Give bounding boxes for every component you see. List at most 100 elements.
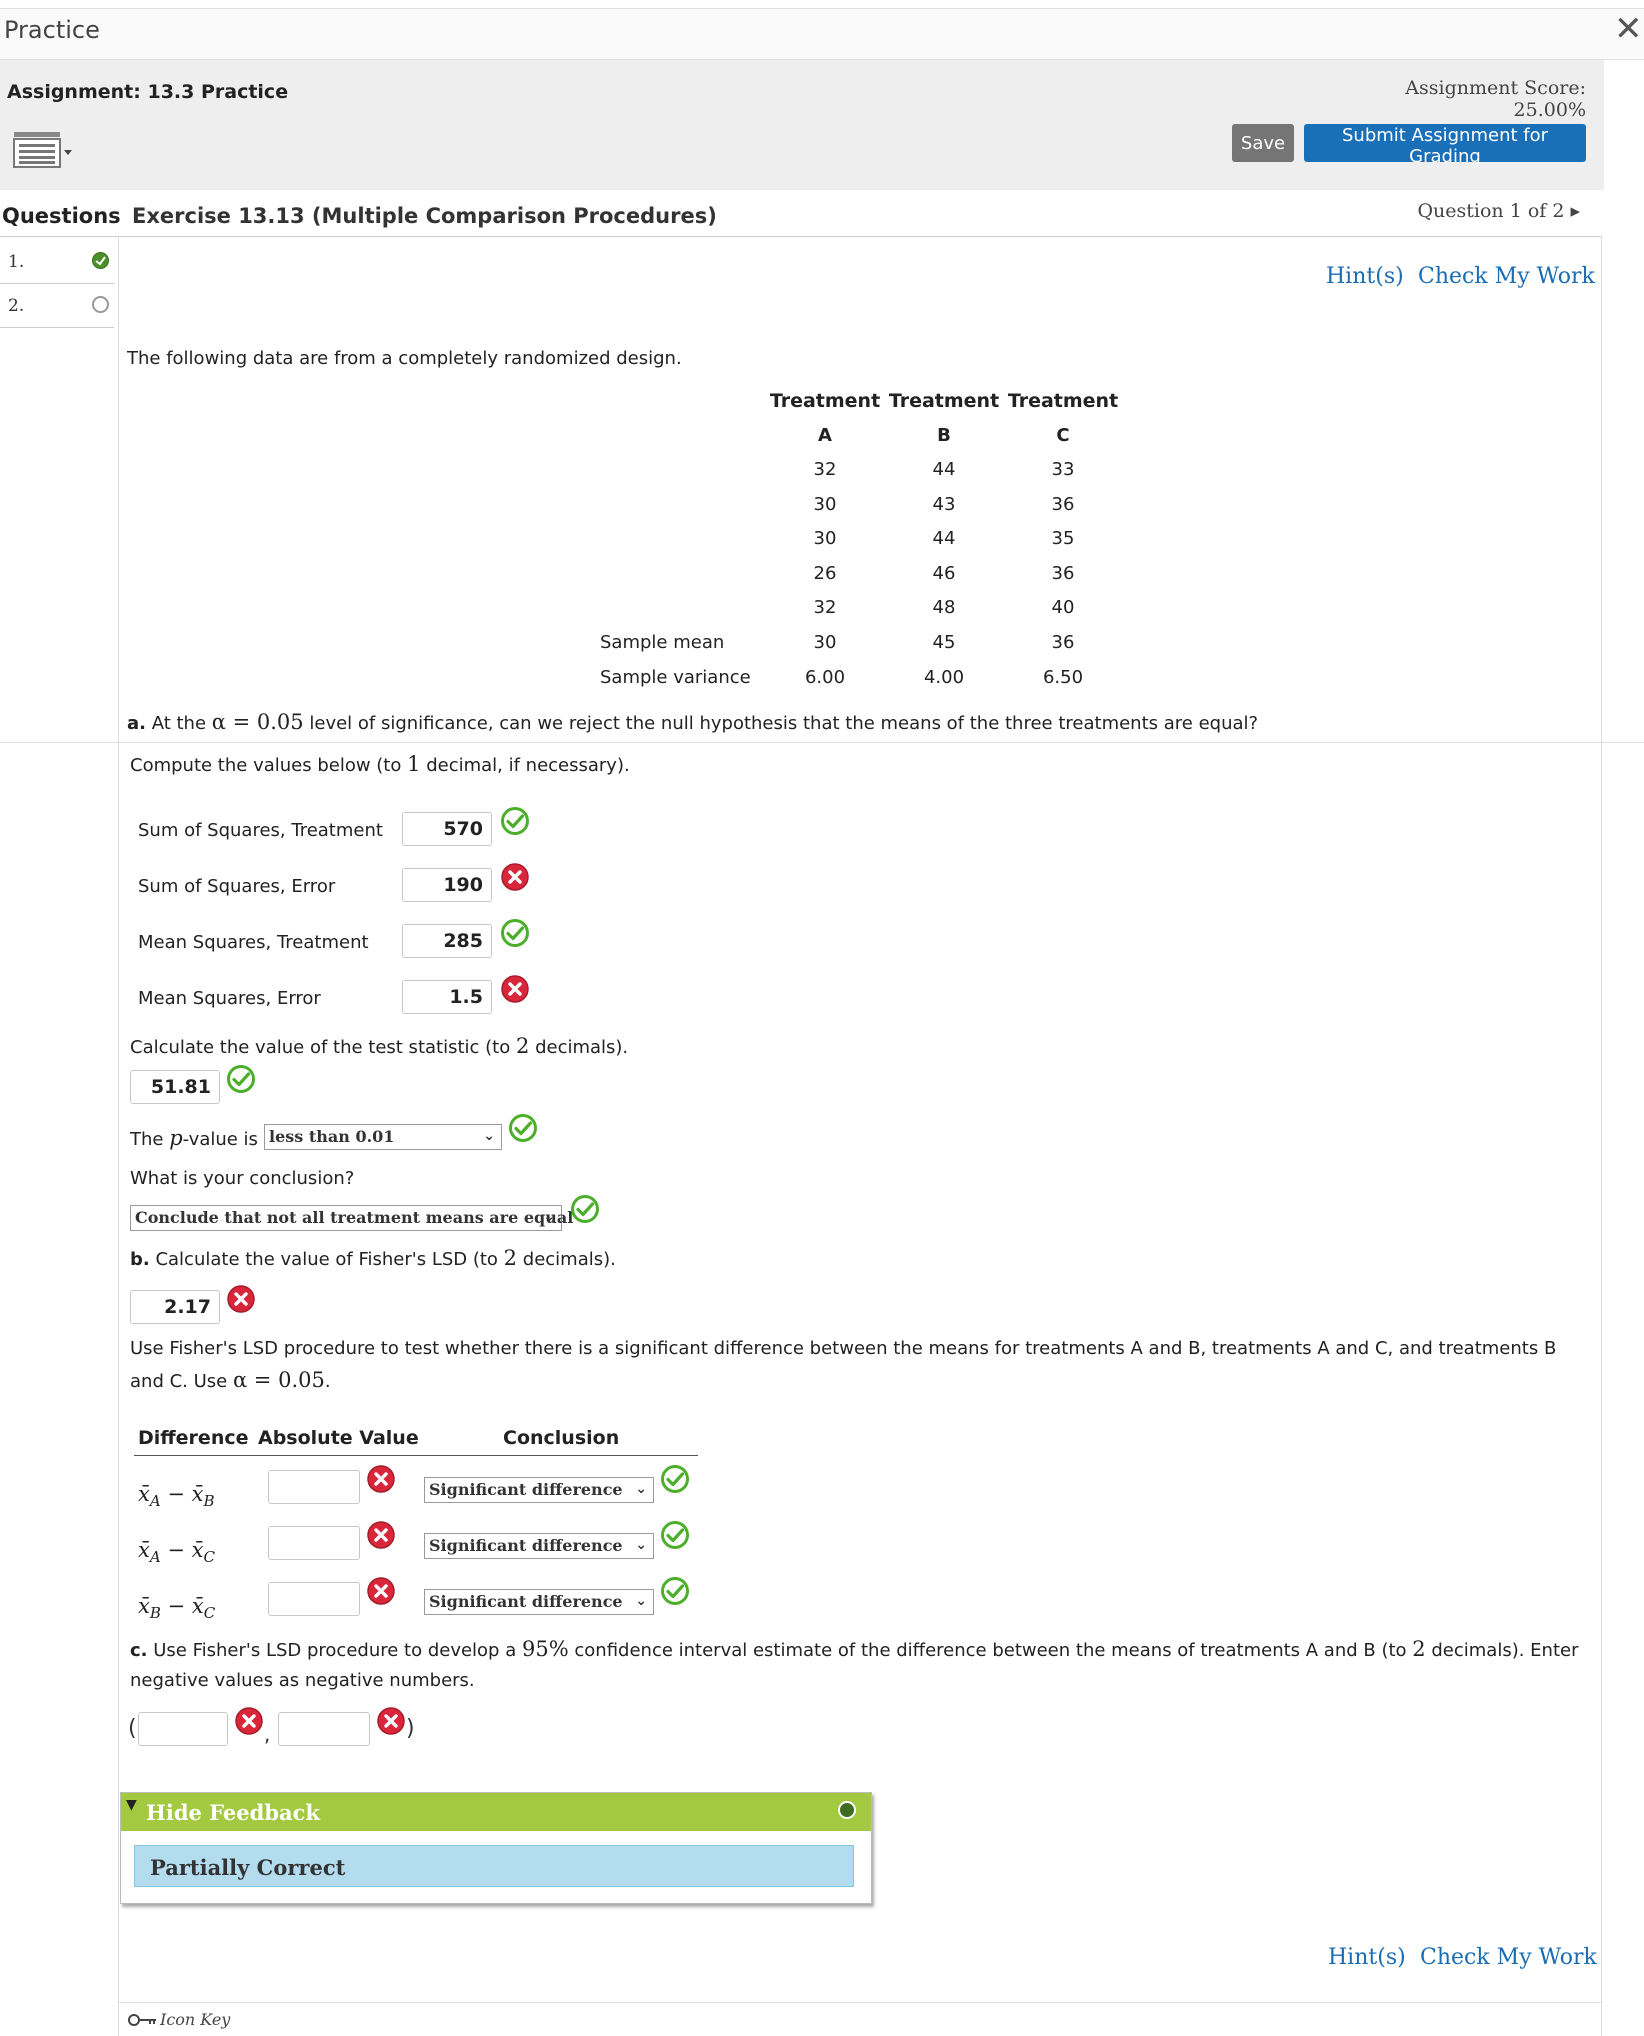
- part-c-text: Use Fisher's LSD procedure to develop a: [147, 1640, 522, 1661]
- question-nav[interactable]: Question 1 of 2 ▸: [1380, 200, 1580, 222]
- col-header-conclusion: Conclusion: [503, 1427, 620, 1449]
- check-my-work-link[interactable]: Check My Work: [1420, 1945, 1597, 1970]
- table-cell: 6.00: [804, 667, 846, 688]
- difference-label: x̄A − x̄C: [138, 1538, 215, 1566]
- window-title: Practice: [4, 16, 100, 44]
- test-stat-instructions: Calculate the value of the test statisti…: [130, 1034, 628, 1058]
- pvalue-text: -value is: [182, 1129, 258, 1150]
- check-my-work-link[interactable]: Check My Work: [1418, 264, 1595, 289]
- feedback-status: Partially Correct: [150, 1855, 346, 1880]
- instruction-text: decimals).: [529, 1037, 629, 1058]
- abs-value-input[interactable]: [268, 1582, 360, 1616]
- divider: [119, 2002, 1601, 2003]
- xbar-symbol: x̄: [138, 1538, 150, 1562]
- partially-correct-icon: [838, 1801, 856, 1819]
- xbar-symbol: x̄: [138, 1594, 150, 1618]
- icon-key-link[interactable]: Icon Key: [160, 2010, 230, 2029]
- lsd-instructions-line2: and C. Use α = 0.05.: [130, 1368, 331, 1392]
- divider: [0, 742, 1644, 743]
- ss-treatment-input[interactable]: 570: [402, 812, 492, 846]
- table-cell: 33: [1051, 459, 1075, 480]
- subscript: A: [149, 1548, 161, 1567]
- xbar-symbol: x̄: [191, 1594, 204, 1618]
- table-subheader: C: [1056, 425, 1070, 446]
- test-statistic-input[interactable]: 51.81: [130, 1070, 220, 1104]
- incorrect-icon: [500, 974, 530, 1004]
- col-header-difference: Difference: [138, 1427, 249, 1449]
- table-header-rule: [134, 1455, 698, 1456]
- table-cell: 44: [932, 459, 956, 480]
- part-b-text: Calculate the value of Fisher's LSD (to: [149, 1249, 504, 1270]
- difference-label: x̄A − x̄B: [138, 1482, 215, 1510]
- conclusion-select[interactable]: Significant difference ⌄: [424, 1533, 654, 1559]
- hints-link[interactable]: Hint(s): [1328, 1945, 1406, 1970]
- save-button[interactable]: Save: [1232, 124, 1294, 162]
- conclusion-select[interactable]: Significant difference ⌄: [424, 1589, 654, 1615]
- lsd-input[interactable]: 2.17: [130, 1290, 220, 1324]
- assignment-title: Assignment: 13.3 Practice: [7, 81, 289, 103]
- table-subheader: A: [818, 425, 832, 446]
- minus-sign: −: [167, 1594, 186, 1618]
- content-border-right: [1601, 236, 1602, 2036]
- xbar-symbol: x̄: [138, 1482, 150, 1506]
- table-cell: 36: [1051, 563, 1075, 584]
- ci-lower-input[interactable]: [138, 1712, 228, 1746]
- minus-sign: −: [167, 1538, 185, 1562]
- pvalue-label: The p-value is: [130, 1126, 258, 1150]
- alpha-expression: α = 0.05: [232, 1368, 325, 1392]
- part-c-text-line2: negative values as negative numbers.: [130, 1670, 475, 1691]
- instruction-text: decimal, if necessary).: [420, 755, 630, 776]
- incorrect-icon: [366, 1576, 396, 1606]
- table-header: Treatment: [888, 390, 1000, 412]
- abs-value-input[interactable]: [268, 1526, 360, 1560]
- pvalue-variable: p: [169, 1126, 183, 1150]
- sidebar-item-question-2[interactable]: 2.: [0, 284, 114, 328]
- ms-error-input[interactable]: 1.5: [402, 980, 492, 1014]
- hints-link[interactable]: Hint(s): [1326, 264, 1404, 289]
- ss-error-input[interactable]: 190: [402, 868, 492, 902]
- incorrect-icon: [376, 1706, 406, 1736]
- table-cell: 4.00: [923, 667, 965, 688]
- partially-correct-icon: [92, 252, 109, 269]
- conclusion-selected: Significant difference: [429, 1536, 623, 1555]
- keyboard-icon[interactable]: [12, 130, 74, 170]
- sidebar-item-question-1[interactable]: 1.: [0, 240, 114, 284]
- field-label: Sum of Squares, Error: [138, 876, 336, 897]
- conclusion-select[interactable]: Significant difference ⌄: [424, 1477, 654, 1503]
- conclusion-selected: Conclude that not all treatment means ar…: [135, 1208, 574, 1227]
- key-icon: [128, 2012, 158, 2033]
- table-cell: 44: [932, 528, 956, 549]
- part-a-prefix: a.: [127, 713, 146, 734]
- close-icon[interactable]: ✕: [1614, 12, 1643, 46]
- minus-sign: −: [167, 1482, 185, 1506]
- table-cell: 43: [932, 494, 956, 515]
- conclusion-select[interactable]: Conclude that not all treatment means ar…: [130, 1205, 573, 1231]
- abs-value-input[interactable]: [268, 1470, 360, 1504]
- instruction-number: 2: [1412, 1637, 1426, 1661]
- subscript: B: [203, 1492, 215, 1511]
- submit-assignment-button[interactable]: Submit Assignment for Grading: [1304, 124, 1586, 167]
- ms-treatment-input[interactable]: 285: [402, 924, 492, 958]
- instruction-text: and C. Use: [130, 1371, 233, 1392]
- chevron-down-icon: ⌄: [635, 1593, 647, 1609]
- sidebar-item-label: 2.: [8, 296, 25, 316]
- pvalue-select[interactable]: less than 0.01 ⌄: [264, 1124, 502, 1150]
- table-cell: 46: [932, 563, 956, 584]
- part-a-question: a. At the α = 0.05 level of significance…: [127, 710, 1258, 734]
- correct-icon: [500, 918, 530, 948]
- triangle-down-icon: ▼: [126, 1797, 137, 1813]
- compute-instructions: Compute the values below (to 1 decimal, …: [130, 752, 630, 776]
- hide-feedback-button[interactable]: Hide Feedback: [146, 1800, 320, 1825]
- open-paren: (: [128, 1716, 137, 1741]
- confidence-level: 95%: [521, 1637, 569, 1661]
- incorrect-icon: [366, 1520, 396, 1550]
- xbar-symbol: x̄: [191, 1538, 204, 1562]
- sample-variance-label: Sample variance: [600, 667, 751, 688]
- subscript: B: [149, 1604, 161, 1623]
- ci-upper-input[interactable]: [278, 1712, 370, 1746]
- correct-icon: [500, 806, 530, 836]
- close-paren: ): [406, 1716, 415, 1741]
- part-b-text: decimals).: [517, 1249, 616, 1270]
- instruction-number: 2: [503, 1246, 518, 1270]
- lsd-instructions-line1: Use Fisher's LSD procedure to test wheth…: [130, 1338, 1557, 1359]
